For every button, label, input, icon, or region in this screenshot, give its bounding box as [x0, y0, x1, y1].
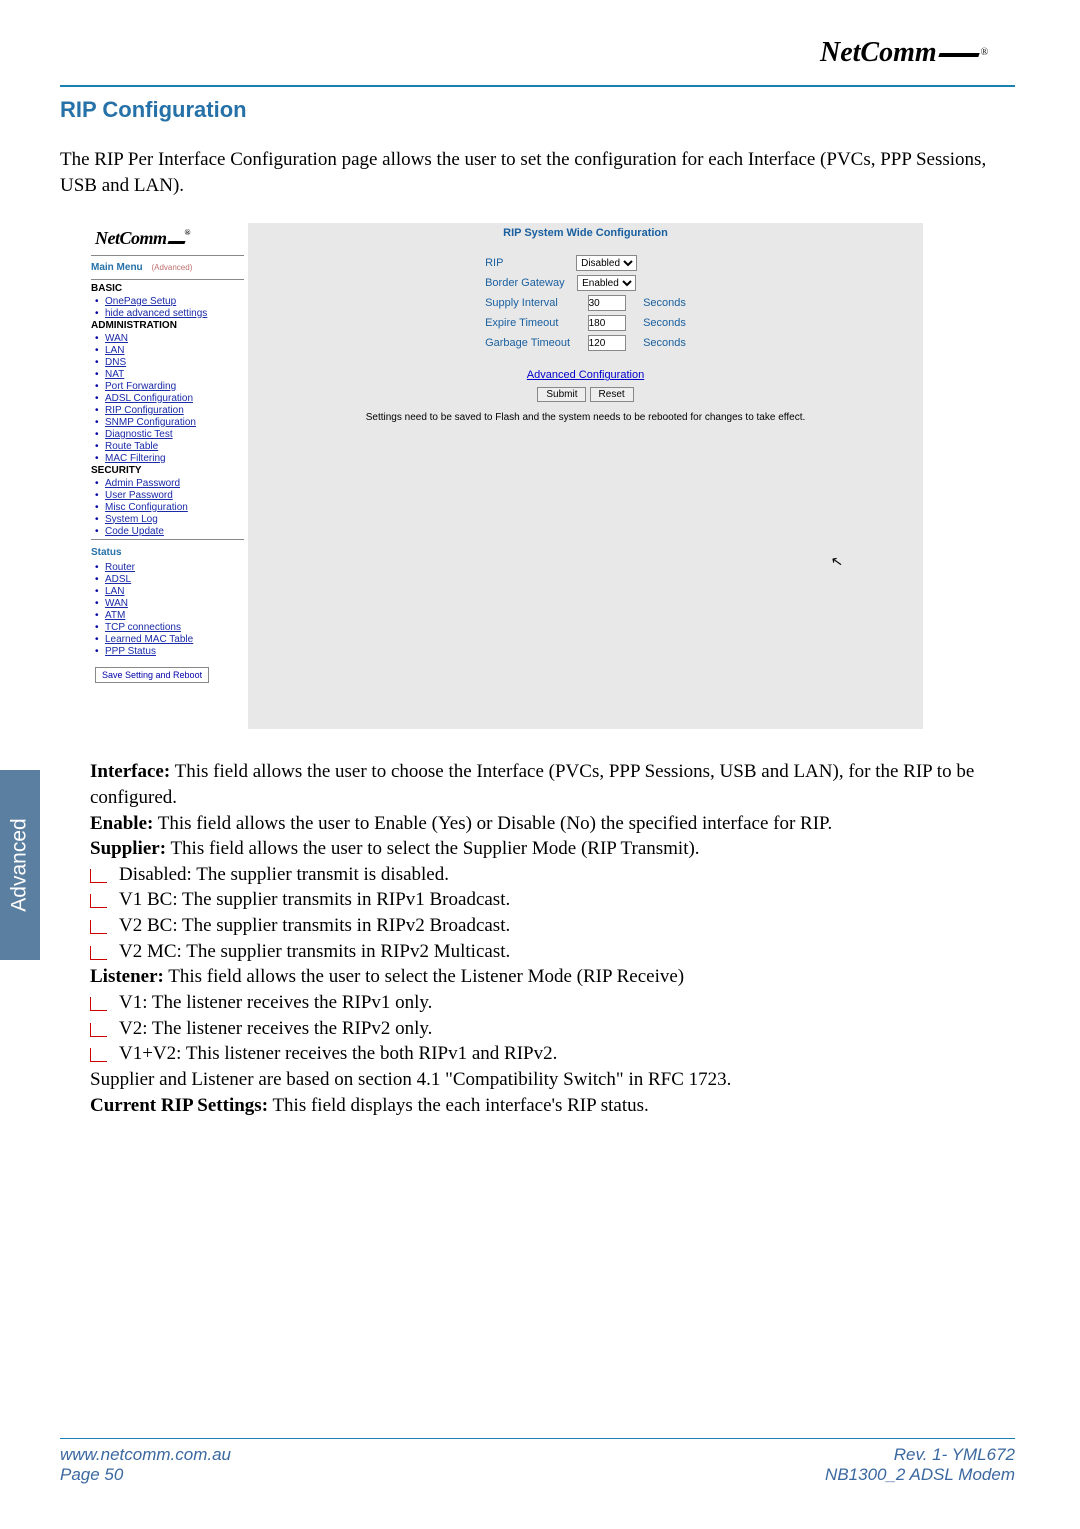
list-item: V2 MC: The supplier transmits in RIPv2 M… [90, 939, 1015, 965]
supply-unit: Seconds [643, 295, 686, 311]
sidebar-item[interactable]: DNS [95, 356, 244, 368]
sidebar-item[interactable]: hide advanced settings [95, 307, 244, 319]
list-item: V2: The listener receives the RIPv2 only… [90, 1016, 1015, 1042]
sidebar-item[interactable]: PPP Status [95, 645, 244, 657]
garbage-label: Garbage Timeout [485, 335, 570, 351]
registered-icon: ® [981, 47, 989, 58]
expire-unit: Seconds [643, 315, 686, 331]
header-rule [60, 85, 1015, 87]
supply-label: Supply Interval [485, 295, 570, 311]
administration-heading: ADMINISTRATION [91, 319, 244, 332]
sidebar-item[interactable]: WAN [95, 332, 244, 344]
sidebar-item[interactable]: Diagnostic Test [95, 428, 244, 440]
sidebar-item[interactable]: Port Forwarding [95, 380, 244, 392]
sidebar-item[interactable]: OnePage Setup [95, 295, 244, 307]
sidebar-item[interactable]: NAT [95, 368, 244, 380]
bullet-icon [90, 894, 107, 908]
body-copy: Interface: This field allows the user to… [90, 759, 1015, 1118]
rip-label: RIP [485, 255, 570, 271]
side-tab-advanced: Advanced [0, 770, 40, 960]
brand-logo: NetComm ® [820, 30, 1010, 75]
admin-screenshot: NetComm ® Main Menu (Advanced) BASIC One… [88, 223, 923, 729]
cursor-icon: ↖ [830, 552, 845, 571]
admin-list: WAN LAN DNS NAT Port Forwarding ADSL Con… [91, 332, 244, 464]
sidebar-item[interactable]: ATM [95, 609, 244, 621]
rip-select[interactable]: Disabled [576, 255, 637, 271]
bullet-icon [90, 997, 107, 1011]
list-item: V1+V2: This listener receives the both R… [90, 1041, 1015, 1067]
save-note: Settings need to be saved to Flash and t… [248, 412, 923, 423]
rfc-line: Supplier and Listener are based on secti… [90, 1067, 1015, 1093]
sidebar-item[interactable]: MAC Filtering [95, 452, 244, 464]
footer-url: www.netcomm.com.au [60, 1445, 231, 1465]
interface-text: This field allows the user to choose the… [90, 761, 974, 808]
list-item: V2 BC: The supplier transmits in RIPv2 B… [90, 913, 1015, 939]
sidebar-item[interactable]: LAN [95, 344, 244, 356]
bullet-icon [90, 920, 107, 934]
panel-title: RIP System Wide Configuration [248, 227, 923, 239]
footer-model: NB1300_2 ADSL Modem [825, 1465, 1015, 1485]
sidebar-item[interactable]: Router [95, 561, 244, 573]
sidebar-item[interactable]: SNMP Configuration [95, 416, 244, 428]
border-select[interactable]: Enabled [577, 275, 636, 291]
sidebar-item[interactable]: Code Update [95, 525, 244, 537]
security-list: Admin Password User Password Misc Config… [91, 477, 244, 537]
page-title: RIP Configuration [60, 97, 1015, 123]
sidebar-item[interactable]: Misc Configuration [95, 501, 244, 513]
sidebar-item[interactable]: ADSL Configuration [95, 392, 244, 404]
sidebar-item[interactable]: System Log [95, 513, 244, 525]
bullet-icon [90, 1023, 107, 1037]
list-item: V1 BC: The supplier transmits in RIPv1 B… [90, 887, 1015, 913]
bullet-icon [90, 869, 107, 883]
supplier-label: Supplier: [90, 838, 166, 859]
reset-button[interactable]: Reset [590, 387, 634, 402]
save-reboot-button[interactable]: Save Setting and Reboot [95, 667, 209, 683]
sidebar-item[interactable]: ADSL [95, 573, 244, 585]
list-item: V1: The listener receives the RIPv1 only… [90, 990, 1015, 1016]
footer: www.netcomm.com.au Page 50 Rev. 1- YML67… [60, 1438, 1015, 1485]
sidebar-item[interactable]: LAN [95, 585, 244, 597]
enable-text: This field allows the user to Enable (Ye… [153, 813, 832, 834]
listener-text: This field allows the user to select the… [164, 966, 684, 987]
sidebar-item[interactable]: Admin Password [95, 477, 244, 489]
interface-label: Interface: [90, 761, 170, 782]
admin-main-panel: RIP System Wide Configuration RIP Disabl… [248, 223, 923, 729]
bullet-icon [90, 946, 107, 960]
sidebar-item[interactable]: WAN [95, 597, 244, 609]
supplier-text: This field allows the user to select the… [166, 838, 700, 859]
advanced-config-link[interactable]: Advanced Configuration [527, 369, 644, 381]
current-label: Current RIP Settings: [90, 1095, 268, 1116]
sidebar-item[interactable]: Route Table [95, 440, 244, 452]
sidebar-item[interactable]: Learned MAC Table [95, 633, 244, 645]
supply-input[interactable] [588, 295, 626, 311]
main-menu-label: Main Menu (Advanced) [91, 258, 244, 277]
current-text: This field displays the each interface's… [268, 1095, 649, 1116]
expire-label: Expire Timeout [485, 315, 570, 331]
enable-label: Enable: [90, 813, 153, 834]
sidebar-logo: NetComm ® [91, 226, 244, 253]
sidebar-item[interactable]: TCP connections [95, 621, 244, 633]
sidebar-item[interactable]: RIP Configuration [95, 404, 244, 416]
intro-text: The RIP Per Interface Configuration page… [60, 147, 1015, 198]
border-label: Border Gateway [485, 275, 570, 291]
status-list: Router ADSL LAN WAN ATM TCP connections … [91, 561, 244, 657]
admin-sidebar: NetComm ® Main Menu (Advanced) BASIC One… [88, 223, 248, 729]
config-form: RIP Disabled Border Gateway Enabled Supp… [479, 251, 692, 355]
bullet-icon [90, 1048, 107, 1062]
basic-list: OnePage Setup hide advanced settings [91, 295, 244, 319]
footer-rev: Rev. 1- YML672 [825, 1445, 1015, 1465]
expire-input[interactable] [588, 315, 626, 331]
list-item: Disabled: The supplier transmit is disab… [90, 862, 1015, 888]
submit-button[interactable]: Submit [537, 387, 586, 402]
brand-bars-icon [943, 44, 979, 62]
sidebar-item[interactable]: User Password [95, 489, 244, 501]
basic-heading: BASIC [91, 282, 244, 295]
security-heading: SECURITY [91, 464, 244, 477]
status-heading: Status [91, 542, 244, 561]
brand-wordmark: NetComm [820, 37, 937, 69]
garbage-input[interactable] [588, 335, 626, 351]
footer-page: Page 50 [60, 1465, 231, 1485]
garbage-unit: Seconds [643, 335, 686, 351]
listener-label: Listener: [90, 966, 164, 987]
